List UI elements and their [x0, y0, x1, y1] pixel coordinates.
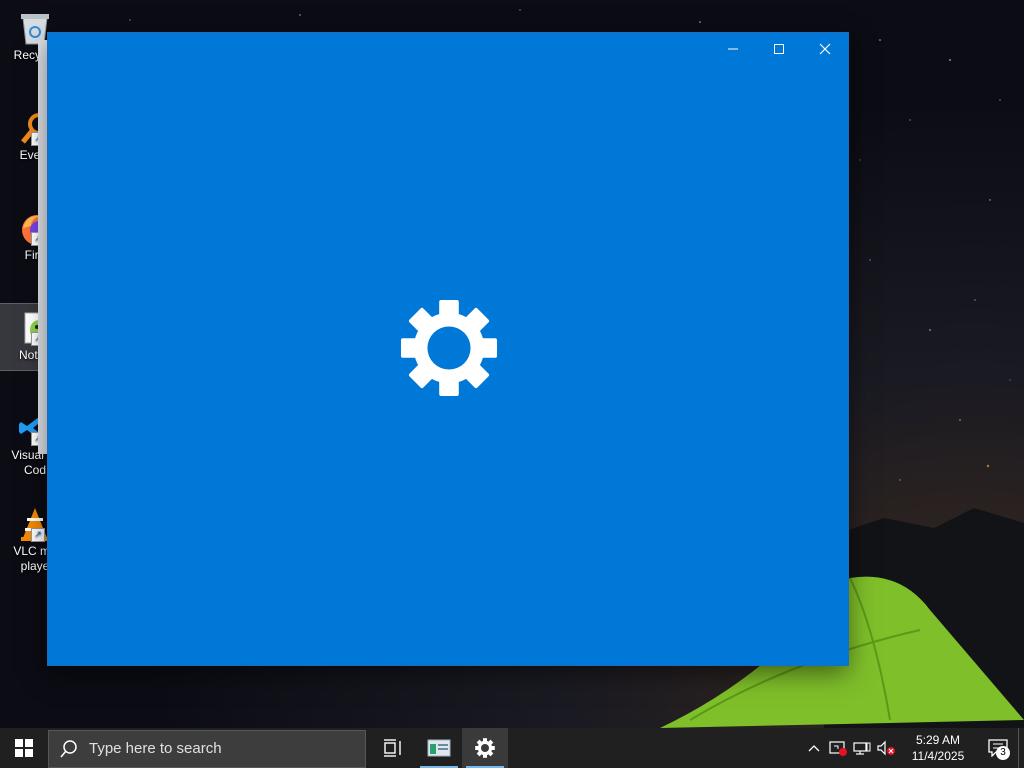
- network-tray-button[interactable]: [850, 728, 874, 768]
- clock-date: 11/4/2025: [911, 749, 965, 763]
- action-center-button[interactable]: 3: [978, 728, 1018, 768]
- volume-tray-button[interactable]: [874, 728, 898, 768]
- volume-muted-icon: [877, 740, 895, 756]
- security-tray-button[interactable]: [826, 728, 850, 768]
- gear-icon: [475, 738, 495, 758]
- network-icon: [853, 742, 871, 755]
- taskbar-clock[interactable]: 5:29 AM 11/4/2025: [898, 732, 978, 764]
- maximize-icon: [774, 44, 784, 54]
- shortcut-arrow-icon: ↗: [31, 528, 45, 542]
- background-window-edge: [38, 40, 48, 454]
- taskbar-settings[interactable]: [462, 728, 508, 768]
- settings-window[interactable]: [48, 33, 848, 665]
- taskbar: Type here to search 5:29 AM 11/4/2025 3: [0, 728, 1024, 768]
- taskbar-app-window[interactable]: [416, 728, 462, 768]
- notification-count-badge: 3: [996, 746, 1010, 760]
- clock-time: 5:29 AM: [915, 733, 961, 747]
- minimize-button[interactable]: [710, 33, 756, 65]
- window-controls: [710, 33, 848, 65]
- close-button[interactable]: [802, 33, 848, 65]
- minimize-icon: [728, 48, 738, 50]
- show-hidden-icons-button[interactable]: [802, 728, 826, 768]
- system-tray: 5:29 AM 11/4/2025 3: [802, 728, 1024, 768]
- chevron-up-icon: [808, 745, 820, 752]
- show-desktop-button[interactable]: [1018, 728, 1024, 768]
- search-placeholder: Type here to search: [89, 740, 222, 757]
- maximize-button[interactable]: [756, 33, 802, 65]
- windows-logo-icon: [15, 739, 33, 757]
- taskbar-search-box[interactable]: Type here to search: [48, 729, 366, 768]
- security-icon: [829, 741, 847, 756]
- search-icon: [49, 739, 89, 758]
- close-icon: [819, 43, 831, 55]
- desktop: Recycle ↗ Every ↗ Fire ↗ Notep ↗ Visual …: [0, 0, 1024, 728]
- task-view-button[interactable]: [370, 728, 416, 768]
- start-button[interactable]: [0, 728, 48, 768]
- task-view-icon: [384, 739, 401, 757]
- window-app-icon: [427, 739, 451, 757]
- gear-icon: [400, 299, 498, 397]
